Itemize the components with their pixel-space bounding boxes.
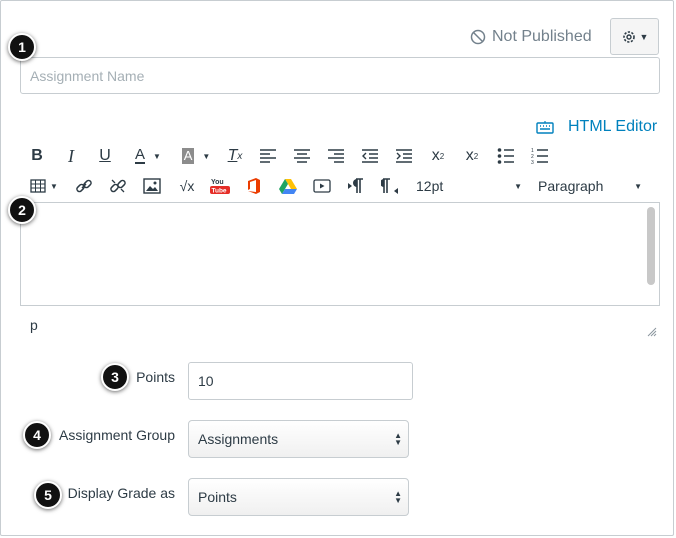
- clear-formatting-icon[interactable]: Tx: [226, 145, 244, 167]
- assignment-group-label: Assignment Group: [59, 427, 175, 443]
- background-color-icon: A: [181, 148, 195, 164]
- caret-down-icon: ▼: [634, 181, 642, 191]
- publish-status[interactable]: Not Published: [470, 26, 592, 48]
- office-icon[interactable]: [246, 177, 262, 195]
- bold-icon[interactable]: B: [28, 145, 46, 167]
- display-grade-value: Points: [198, 489, 237, 505]
- font-size-value: 12pt: [416, 178, 444, 194]
- editor-scrollbar[interactable]: [647, 207, 655, 285]
- caret-down-icon: ▼: [639, 31, 649, 42]
- points-input[interactable]: [188, 362, 413, 400]
- italic-icon[interactable]: I: [62, 145, 80, 167]
- table-button[interactable]: ▼: [28, 175, 60, 197]
- numbered-list-icon[interactable]: 123: [531, 147, 549, 165]
- display-grade-select[interactable]: Points ▲ ▼: [188, 478, 409, 516]
- svg-text:You: You: [211, 179, 224, 186]
- select-arrows-icon: ▲ ▼: [394, 431, 402, 447]
- callout-badge-5: 5: [34, 481, 62, 509]
- assignment-group-value: Assignments: [198, 431, 279, 447]
- rich-content-editor[interactable]: [20, 202, 660, 306]
- youtube-icon[interactable]: You Tube: [210, 177, 230, 195]
- callout-badge-3: 3: [101, 363, 129, 391]
- rtl-icon[interactable]: [381, 177, 399, 195]
- callout-badge-4: 4: [23, 421, 51, 449]
- select-arrows-icon: ▲ ▼: [394, 489, 402, 505]
- google-drive-icon[interactable]: [279, 178, 297, 194]
- font-size-select[interactable]: 12pt ▼: [416, 175, 522, 197]
- callout-badge-1: 1: [8, 33, 36, 61]
- svg-text:3: 3: [531, 160, 534, 165]
- ltr-icon[interactable]: [347, 177, 365, 195]
- keyboard-icon: [536, 121, 554, 134]
- image-icon[interactable]: [143, 178, 161, 194]
- resize-handle-icon[interactable]: [647, 327, 657, 337]
- svg-text:Tube: Tube: [212, 188, 227, 195]
- math-icon[interactable]: √x: [176, 175, 198, 197]
- block-format-value: Paragraph: [538, 178, 604, 194]
- outdent-icon[interactable]: [361, 148, 379, 164]
- unlink-icon[interactable]: [109, 177, 127, 195]
- caret-down-icon: ▼: [50, 181, 58, 191]
- html-editor-toggle[interactable]: HTML Editor: [536, 116, 657, 138]
- indent-icon[interactable]: [395, 148, 413, 164]
- table-icon: [30, 179, 46, 193]
- assignment-name-input[interactable]: [20, 57, 660, 94]
- media-icon[interactable]: [313, 179, 331, 193]
- html-editor-label: HTML Editor: [568, 118, 658, 135]
- editor-element-path[interactable]: p: [30, 317, 38, 333]
- caret-down-icon: ▼: [514, 181, 522, 191]
- caret-down-icon: ▼: [153, 151, 161, 161]
- publish-status-label: Not Published: [492, 28, 592, 45]
- align-center-icon[interactable]: [293, 148, 311, 164]
- callout-badge-2: 2: [8, 196, 36, 224]
- text-color-button[interactable]: A ▼: [128, 145, 168, 167]
- bullet-list-icon[interactable]: [497, 147, 515, 165]
- display-grade-label: Display Grade as: [67, 485, 175, 501]
- assignment-group-select[interactable]: Assignments ▲ ▼: [188, 420, 409, 458]
- block-format-select[interactable]: Paragraph ▼: [538, 175, 642, 197]
- align-left-icon[interactable]: [259, 148, 277, 164]
- link-icon[interactable]: [75, 177, 93, 195]
- underline-icon[interactable]: U: [96, 145, 114, 167]
- background-color-button[interactable]: A ▼: [176, 145, 216, 167]
- align-right-icon[interactable]: [327, 148, 345, 164]
- superscript-icon[interactable]: x2: [429, 145, 447, 167]
- subscript-icon[interactable]: x2: [463, 145, 481, 167]
- not-published-icon: [470, 29, 486, 45]
- settings-menu-button[interactable]: ▼: [610, 18, 659, 55]
- gear-icon: [622, 30, 635, 43]
- text-color-icon: A: [135, 146, 146, 164]
- caret-down-icon: ▼: [202, 151, 211, 161]
